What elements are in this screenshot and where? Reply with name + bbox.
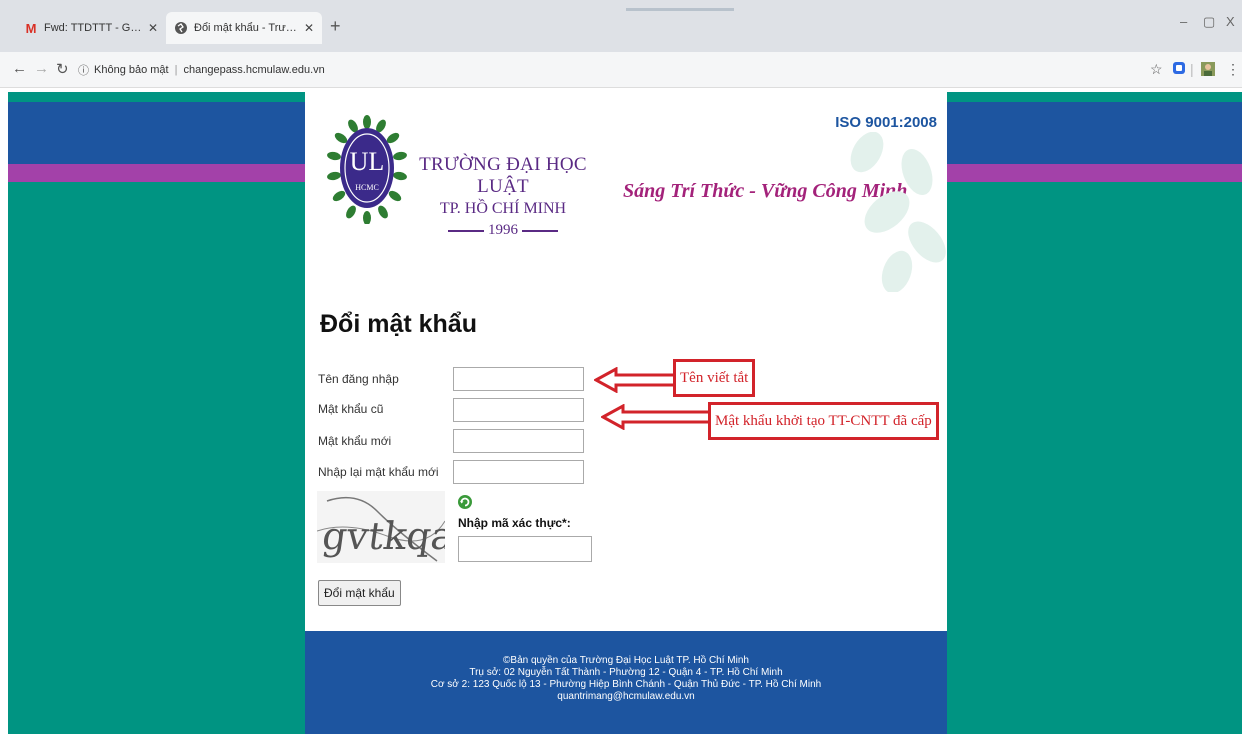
annotation-old-password: Mật khẩu khởi tạo TT-CNTT đã cấp [708,402,939,440]
divider [522,229,558,232]
logo-letters: UL [350,147,385,176]
page-background: UL HCMC TRƯỜNG ĐẠI HỌC LUẬT TP. HỒ CHÍ M… [8,92,1242,734]
username-label: Tên đăng nhập [318,372,399,386]
tab-change-password[interactable]: Đổi mật khẩu - Trường Đại học L ✕ [166,12,322,44]
new-tab-button[interactable]: + [330,16,341,37]
info-icon[interactable]: ⓘ [78,62,89,78]
page-title: Đổi mật khẩu [320,310,477,338]
footer-address-campus2: Cơ sở 2: 123 Quốc lộ 13 - Phường Hiệp Bì… [430,679,822,690]
site-footer: ©Bản quyền của Trường Đại Học Luật TP. H… [305,631,947,734]
divider: | [174,64,178,76]
annotation-arrow-icon [601,404,713,430]
reload-icon[interactable]: ↻ [56,60,69,78]
browser-tab-bar: M Fwd: TTDTTT - Gửi anh file hướng ✕ Đổi… [0,0,1242,52]
close-window-button[interactable]: X [1226,14,1235,29]
profile-icon[interactable] [1200,61,1216,80]
menu-icon[interactable]: ⋮ [1226,61,1240,78]
address-bar[interactable]: ⓘ Không bảo mật | changepass.hcmulaw.edu… [78,59,1128,81]
old-password-label: Mật khẩu cũ [318,402,384,416]
leaf-decoration [850,132,946,292]
tab-gmail[interactable]: M Fwd: TTDTTT - Gửi anh file hướng ✕ [16,12,166,44]
captcha-input[interactable] [458,536,592,562]
footer-copyright: ©Bản quyền của Trường Đại Học Luật TP. H… [503,655,749,666]
footer-email: quantrimang@hcmulaw.edu.vn [557,691,695,702]
browser-toolbar: ← → ↻ ⓘ Không bảo mật | changepass.hcmul… [0,52,1242,88]
close-tab-icon[interactable]: ✕ [148,21,158,35]
close-tab-icon[interactable]: ✕ [304,21,314,35]
university-logo: UL HCMC [327,115,407,224]
forward-icon[interactable]: → [34,60,49,77]
username-field[interactable] [453,367,584,391]
captcha-image: gvtkqa [317,491,445,563]
restore-button[interactable]: ▢ [1203,14,1215,30]
divider [448,229,484,232]
captcha-text: gvtkqa [319,515,445,559]
captcha-label: Nhập mã xác thực*: [458,516,571,530]
annotation-arrow-icon [594,367,678,393]
founded-year: 1996 [488,222,518,238]
site-header: UL HCMC TRƯỜNG ĐẠI HỌC LUẬT TP. HỒ CHÍ M… [305,92,947,292]
founded-year-row: 1996 [413,222,593,239]
tab-title: Fwd: TTDTTT - Gửi anh file hướng [44,22,142,34]
minimize-button[interactable]: – [1180,14,1187,29]
old-password-field[interactable] [453,398,584,422]
iso-badge: ISO 9001:2008 [835,114,937,131]
url-text: changepass.hcmulaw.edu.vn [183,64,325,76]
change-password-button[interactable]: Đổi mật khẩu [318,580,401,606]
annotation-username: Tên viết tắt [673,359,756,397]
school-name-line2: TP. HỒ CHÍ MINH [439,200,567,217]
extension-icon[interactable] [1172,61,1186,78]
confirm-password-label: Nhập lại mật khẩu mới [318,465,439,479]
refresh-captcha-icon[interactable] [457,494,473,510]
school-name-line1: TRƯỜNG ĐẠI HỌC LUẬT [419,154,587,197]
confirm-password-field[interactable] [453,460,584,484]
globe-icon [174,21,188,35]
new-password-label: Mật khẩu mới [318,434,392,448]
footer-address-main: Trụ sở: 02 Nguyễn Tất Thành - Phường 12 … [469,667,783,678]
logo-sub: HCMC [355,183,379,192]
back-icon[interactable]: ← [12,60,27,77]
divider: | [1190,61,1194,77]
school-name: TRƯỜNG ĐẠI HỌC LUẬT TP. HỒ CHÍ MINH 1996 [413,154,593,239]
new-password-field[interactable] [453,429,584,453]
star-icon[interactable]: ☆ [1150,61,1163,78]
tab-title: Đổi mật khẩu - Trường Đại học L [194,22,298,34]
gmail-icon: M [25,20,37,36]
security-label: Không bảo mật [94,64,169,76]
window-drag-indicator [626,8,734,11]
